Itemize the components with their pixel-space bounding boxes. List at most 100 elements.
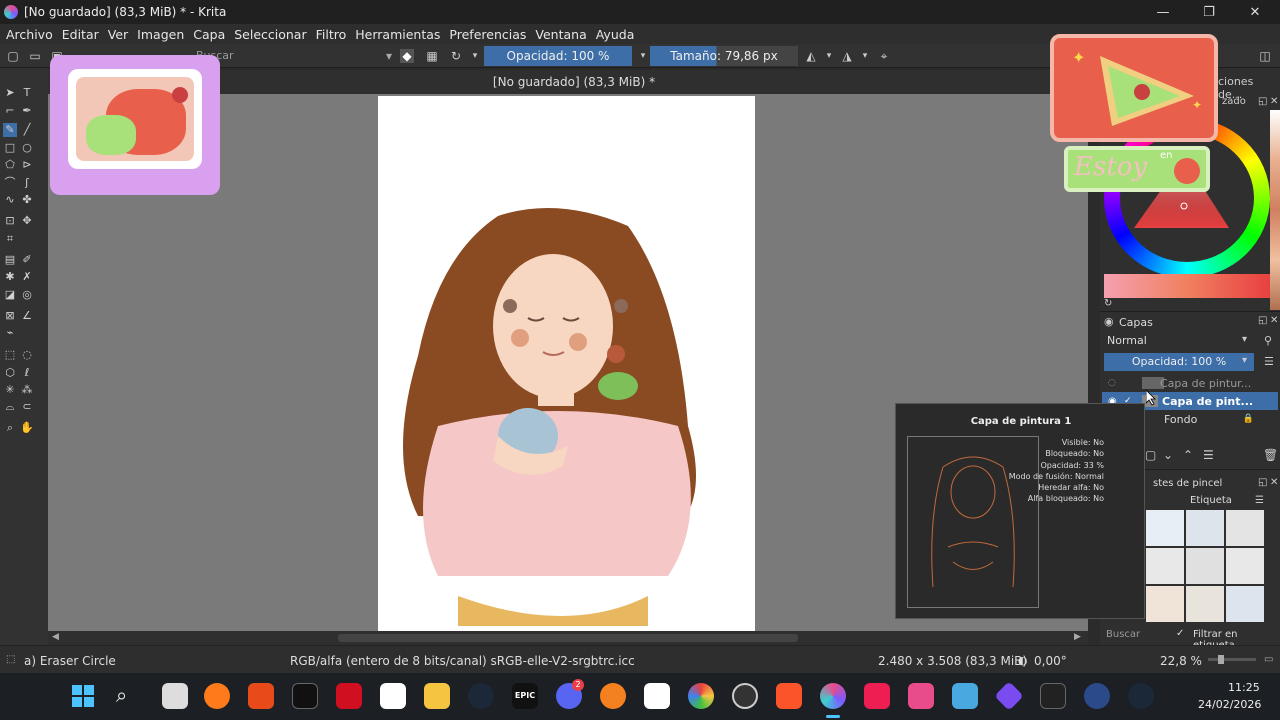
search-icon[interactable]: ⌕ bbox=[116, 683, 127, 707]
menu-preferencias[interactable]: Preferencias bbox=[449, 27, 526, 42]
refresh-icon[interactable]: ↻ bbox=[1104, 298, 1112, 309]
brave-icon[interactable] bbox=[776, 683, 802, 709]
filter-checkbox[interactable]: ✓ bbox=[1176, 628, 1184, 639]
scroll-right-icon[interactable]: ▶ bbox=[1074, 632, 1081, 642]
similar-select-icon[interactable]: ⁂ bbox=[20, 383, 34, 397]
wrap-around-icon[interactable]: ⌖ bbox=[877, 49, 891, 63]
scroll-thumb[interactable] bbox=[338, 634, 798, 642]
minimize-button[interactable]: — bbox=[1140, 0, 1186, 24]
multibrush-icon[interactable]: ✤ bbox=[20, 193, 34, 207]
dropdown-arrow-icon[interactable]: ▾ bbox=[468, 49, 482, 63]
recent-colors[interactable] bbox=[1104, 274, 1270, 298]
add-layer-icon[interactable]: ▢ bbox=[1145, 448, 1156, 462]
menu-herramientas[interactable]: Herramientas bbox=[355, 27, 440, 42]
move-tool-icon[interactable]: ✥ bbox=[20, 214, 34, 228]
dropdown-arrow-icon[interactable]: ▾ bbox=[822, 49, 836, 63]
edit-shape-icon[interactable]: ⌐ bbox=[3, 104, 17, 118]
brush-preset[interactable] bbox=[1146, 510, 1184, 546]
eye-closed-icon[interactable]: ◌ bbox=[1108, 378, 1124, 388]
zoom-tool-icon[interactable]: ⌕ bbox=[3, 421, 17, 435]
rectangle-tool-icon[interactable]: □ bbox=[3, 141, 17, 155]
polygon-tool-icon[interactable]: ⬠ bbox=[3, 158, 17, 172]
measure-tool-icon[interactable]: ∠ bbox=[20, 309, 34, 323]
ellipse-select-icon[interactable]: ◌ bbox=[20, 348, 34, 362]
eraser-mode-icon[interactable]: ◆ bbox=[400, 49, 414, 63]
color-picker-icon[interactable]: ✐ bbox=[20, 253, 34, 267]
davinci-icon[interactable] bbox=[1040, 683, 1066, 709]
transform-tool-icon[interactable]: ⊡ bbox=[3, 214, 17, 228]
tag-select[interactable]: Etiqueta bbox=[1190, 495, 1232, 506]
float-icon[interactable]: ◱ bbox=[1258, 315, 1267, 326]
lock-icon[interactable]: 🔒 bbox=[1243, 414, 1254, 424]
menu-seleccionar[interactable]: Seleccionar bbox=[234, 27, 306, 42]
alpha-lock-icon[interactable]: ▦ bbox=[425, 49, 439, 63]
calligraphy-icon[interactable]: ✒ bbox=[20, 104, 34, 118]
maximize-button[interactable]: ❐ bbox=[1186, 0, 1232, 24]
workspace-icon[interactable]: ◫ bbox=[1258, 49, 1272, 63]
krita-taskbar-icon[interactable] bbox=[820, 683, 846, 709]
menu-ventana[interactable]: Ventana bbox=[535, 27, 586, 42]
close-icon[interactable]: ✕ bbox=[1270, 315, 1278, 326]
colorize-mask-icon[interactable]: ✱ bbox=[3, 270, 17, 284]
windows-start-icon[interactable] bbox=[70, 683, 96, 709]
close-button[interactable]: ✕ bbox=[1232, 0, 1278, 24]
close-icon[interactable]: ✕ bbox=[1270, 96, 1278, 107]
select-shape-icon[interactable]: ➤ bbox=[3, 86, 17, 100]
ellipse-tool-icon[interactable]: ○ bbox=[20, 141, 34, 155]
app-icon[interactable] bbox=[380, 683, 406, 709]
brush-preset[interactable] bbox=[1146, 548, 1184, 584]
menu-editar[interactable]: Editar bbox=[62, 27, 99, 42]
bezier-tool-icon[interactable]: ⌒ bbox=[3, 176, 17, 190]
open-file-icon[interactable]: ▭ bbox=[28, 49, 42, 63]
view-mode-icon[interactable]: ☰ bbox=[1255, 495, 1264, 506]
crop-tool-icon[interactable]: ⌗ bbox=[3, 232, 17, 246]
filter-icon[interactable]: ⚲ bbox=[1264, 334, 1272, 347]
color-history-strip[interactable] bbox=[1270, 110, 1280, 310]
gradient-tool-icon[interactable]: ▤ bbox=[3, 253, 17, 267]
brush-preset[interactable] bbox=[1186, 586, 1224, 622]
menu-ver[interactable]: Ver bbox=[108, 27, 128, 42]
file-explorer-icon[interactable] bbox=[424, 683, 450, 709]
app-icon[interactable] bbox=[688, 683, 714, 709]
enclose-fill-icon[interactable]: ◎ bbox=[20, 288, 34, 302]
app-icon[interactable] bbox=[248, 683, 274, 709]
task-view-icon[interactable] bbox=[162, 683, 188, 709]
color-wheel[interactable] bbox=[1104, 118, 1270, 278]
brush-preset[interactable] bbox=[1146, 586, 1184, 622]
menu-filtro[interactable]: Filtro bbox=[316, 27, 347, 42]
dropdown-arrow-icon[interactable]: ▾ bbox=[382, 49, 396, 63]
freehand-path-icon[interactable]: ʃ bbox=[20, 176, 34, 190]
menu-imagen[interactable]: Imagen bbox=[137, 27, 184, 42]
polyline-tool-icon[interactable]: ⊳ bbox=[20, 158, 34, 172]
freehand-select-icon[interactable]: ℓ bbox=[20, 366, 34, 380]
app-icon[interactable] bbox=[1084, 683, 1110, 709]
blend-mode-select[interactable]: Normal bbox=[1104, 332, 1254, 350]
brush-preset[interactable] bbox=[1226, 586, 1264, 622]
delete-layer-icon[interactable]: 🗑 bbox=[1263, 448, 1278, 462]
rect-select-icon[interactable]: ⬚ bbox=[3, 348, 17, 362]
steam-icon[interactable] bbox=[468, 683, 494, 709]
freehand-brush-icon[interactable]: ✎ bbox=[3, 123, 17, 137]
contiguous-select-icon[interactable]: ✳ bbox=[3, 383, 17, 397]
zoom-slider[interactable] bbox=[1208, 655, 1256, 664]
clock-time[interactable]: 11:25 bbox=[1228, 681, 1260, 694]
brush-search-input[interactable]: Buscar bbox=[1106, 629, 1140, 640]
mirror-horizontal-icon[interactable]: ◭ bbox=[804, 49, 818, 63]
move-up-icon[interactable]: ⌃ bbox=[1183, 448, 1193, 462]
menu-icon[interactable]: ☰ bbox=[1264, 355, 1274, 368]
magnetic-select-icon[interactable]: ⊂ bbox=[20, 400, 34, 414]
text-tool-icon[interactable]: T bbox=[20, 86, 34, 100]
menu-archivo[interactable]: Archivo bbox=[6, 27, 53, 42]
pan-tool-icon[interactable]: ✋ bbox=[20, 421, 34, 435]
dropdown-arrow-icon[interactable]: ▾ bbox=[1242, 355, 1247, 366]
properties-icon[interactable]: ☰ bbox=[1203, 448, 1214, 462]
line-tool-icon[interactable]: ╱ bbox=[20, 123, 34, 137]
float-icon[interactable]: ◱ bbox=[1258, 96, 1267, 107]
new-file-icon[interactable]: ▢ bbox=[6, 49, 20, 63]
clock-date[interactable]: 24/02/2026 bbox=[1198, 698, 1261, 711]
size-slider[interactable]: Tamaño: 79,86 px bbox=[650, 46, 798, 66]
fit-icon[interactable]: ▭ bbox=[1264, 654, 1273, 665]
app-icon[interactable] bbox=[204, 683, 230, 709]
app-icon[interactable] bbox=[994, 681, 1024, 711]
polygon-select-icon[interactable]: ⬡ bbox=[3, 366, 17, 380]
